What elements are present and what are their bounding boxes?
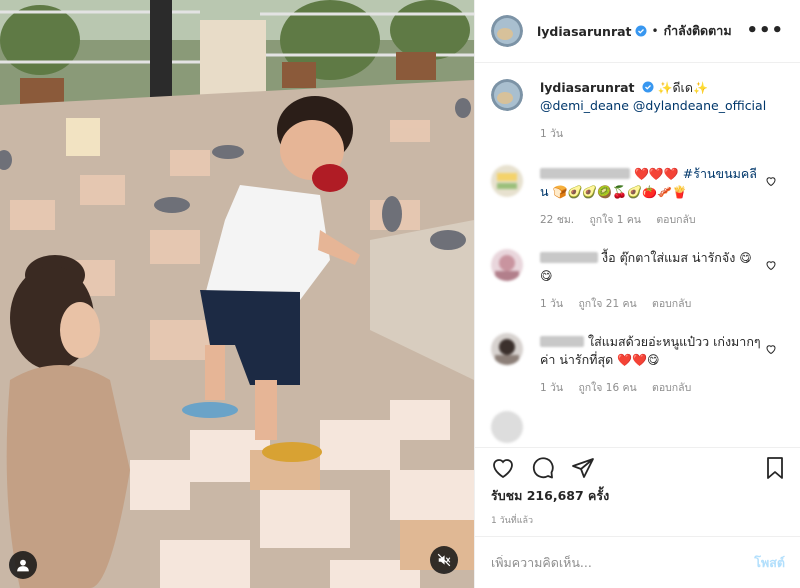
comment-emojis: 🍞🥑🥑🥝🍒🥑🍅🥓🍟 [552,185,688,199]
comment-item: งื้อ ตุ๊กตาใส่แมส น่ารักจัง 😋😋 1 วัน ถูก… [491,249,785,313]
caption-time[interactable]: 1 วัน [540,128,563,140]
reply-button[interactable]: ตอบกลับ [656,214,695,226]
more-options-icon[interactable]: ••• [746,20,784,41]
heart-icon[interactable] [491,456,515,480]
comment-time[interactable]: 22 ชม. [540,214,574,226]
mention-link[interactable]: @demi_deane [540,98,629,113]
comment-like-heart-icon[interactable] [765,343,777,355]
speaker-muted-icon[interactable] [430,546,458,574]
reply-button[interactable]: ตอบกลับ [652,382,691,394]
post-timestamp[interactable]: 1 วันที่แล้ว [491,513,533,527]
sparkle-icon: ✨ [657,81,673,95]
post-header: lydiasarunrat • กำลังติดตาม ••• [475,0,800,63]
comment-time[interactable]: 1 วัน [540,298,563,310]
video-frame [0,0,474,588]
bookmark-icon[interactable] [763,456,787,480]
avatar[interactable] [491,411,523,443]
avatar[interactable] [491,249,523,281]
comment-input[interactable] [491,555,755,570]
user-tag-icon[interactable] [9,551,37,579]
view-count[interactable]: รับชม 216,687 ครั้ง [491,486,609,506]
comment-time[interactable]: 1 วัน [540,382,563,394]
comment-text: งื้อ ตุ๊กตาใส่แมส น่ารักจัง [601,250,736,265]
caption-username[interactable]: lydiasarunrat [540,80,635,95]
comment-icon[interactable] [531,456,555,480]
post-video[interactable] [0,0,474,588]
add-comment-bar: โพสต์ [475,536,800,588]
comment-username[interactable] [540,252,598,263]
caption-text: ดีเด [672,80,693,95]
comment-username[interactable] [540,336,584,347]
comment-username[interactable] [540,168,630,179]
caption: lydiasarunrat ✨ดีเด✨ @demi_deane @dyland… [491,79,785,143]
follow-status[interactable]: กำลังติดตาม [664,21,732,41]
header-username[interactable]: lydiasarunrat [537,24,632,39]
comment-like-heart-icon[interactable] [765,259,777,271]
avatar[interactable] [491,165,523,197]
comment-item [491,411,785,443]
avatar[interactable] [491,15,523,47]
reply-button[interactable]: ตอบกลับ [652,298,691,310]
comment-like-heart-icon[interactable] [765,175,777,187]
comment-item: ใส่แมสด้วยอ่ะหนูแป๋วว เก่งมากๆค่า น่ารัก… [491,333,785,397]
comment-likes[interactable]: ถูกใจ 1 คน [589,214,641,226]
comments-list: lydiasarunrat ✨ดีเด✨ @demi_deane @dyland… [475,63,800,447]
share-icon[interactable] [571,456,595,480]
post-comment-button[interactable]: โพสต์ [754,553,785,573]
verified-badge-icon [642,81,653,93]
avatar[interactable] [491,79,523,111]
comment-emojis: ❤️❤️❤️ [633,167,679,181]
comment-item: ❤️❤️❤️ #ร้านขนมคลีน 🍞🥑🥑🥝🍒🥑🍅🥓🍟 22 ชม. ถูก… [491,165,785,229]
verified-badge-icon [635,25,647,37]
sparkle-icon: ✨ [692,81,708,95]
action-bar [475,447,800,487]
comment-likes[interactable]: ถูกใจ 16 คน [578,382,636,394]
separator-dot: • [651,24,659,38]
post-panel: lydiasarunrat • กำลังติดตาม ••• lydiasar… [474,0,800,588]
comment-emojis: ❤️❤️😋 [617,353,660,367]
mention-link[interactable]: @dylandeane_official [633,98,766,113]
comment-likes[interactable]: ถูกใจ 21 คน [578,298,636,310]
avatar[interactable] [491,333,523,365]
